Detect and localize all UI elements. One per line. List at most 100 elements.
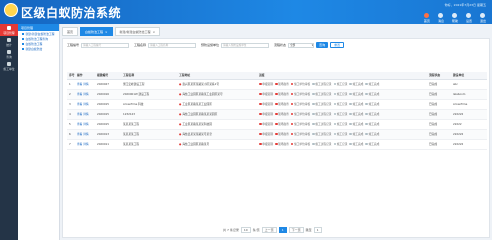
status-select[interactable]: 全部 ▾ — [288, 42, 315, 48]
progress-step: 申报受理 — [259, 132, 273, 136]
step-label: 竣工完成 — [352, 101, 364, 106]
progress-step: 竣工完成 — [349, 122, 363, 126]
progress-step: 竣工完成 — [349, 92, 363, 96]
cell-action[interactable]: 查看 详情 — [75, 99, 95, 110]
cell-action[interactable]: 查看 详情 — [75, 129, 95, 140]
col-header: 流程状态 — [427, 72, 451, 80]
col-header: 工程地址 — [177, 72, 257, 80]
reset-button[interactable]: 重置 — [330, 42, 345, 48]
next-page-button[interactable]: 下一页 — [288, 227, 304, 233]
leftbar-label: 项目管理 — [3, 30, 15, 35]
nav-help[interactable]: 帮助 — [452, 13, 458, 23]
col-header: 报建编号 — [95, 72, 121, 80]
submenu-item[interactable]: 新建白蚁防治 — [18, 46, 59, 51]
step-label: 竣工完成 — [368, 121, 380, 126]
tab-label: 白蚁防治工程 — [85, 29, 104, 34]
nav-label: 退出 — [479, 19, 486, 23]
leftbar-item-stats[interactable]: 统计 — [0, 36, 18, 48]
cell-code: 2020027 — [95, 79, 121, 90]
col-header: 序号 — [67, 72, 75, 80]
progress-step: 施工记录 — [333, 102, 347, 106]
cell-name-text: 某某某某工程 — [123, 142, 140, 146]
cell-action[interactable]: 查看 详情 — [75, 119, 95, 130]
cell-status: 已完成 — [427, 129, 451, 140]
cell-status: 已完成 — [427, 79, 451, 90]
step-label: 申报受理 — [262, 141, 273, 146]
cell-name-text: ArcaeTime 科技 — [123, 102, 144, 106]
prev-page-button[interactable]: 上一页 — [261, 227, 277, 233]
submenu-label: 新建白蚁防治 — [25, 46, 43, 51]
total-records: 共 7 条记录 — [223, 228, 239, 232]
cell-code-text: 2020013 — [97, 132, 109, 136]
leftbar-item-company[interactable]: 施工单位 — [0, 60, 18, 72]
bullet-icon — [22, 37, 24, 40]
project-no-input[interactable]: 请输入工程编号 — [81, 42, 130, 48]
company-input[interactable]: 请输入预防设施单位 — [221, 42, 270, 48]
progress-step: 现场勘查 — [274, 132, 289, 136]
progress-step: 竣工完成 — [365, 132, 379, 136]
step-label: 施工记录 — [336, 91, 348, 96]
nav-home[interactable]: 首页 — [424, 13, 430, 23]
per-page-select[interactable]: 10 — [240, 227, 251, 233]
progress-step: 施工过程记录 — [312, 81, 332, 86]
cell-action[interactable]: 查看 详情 — [75, 79, 95, 90]
cell-index: 5 — [67, 119, 75, 130]
cell-action-text[interactable]: 查看 详情 — [77, 132, 89, 136]
cell-action-text[interactable]: 查看 详情 — [77, 92, 89, 96]
logout-icon — [480, 13, 486, 18]
cell-code: 2020016 — [95, 89, 121, 100]
cell-status-text: 已完成 — [429, 92, 438, 96]
table-row: 1 查看 详情 2020027 浙江宏峰建设工程 ●嘉兴区某区某路某小区某栋1号 申报受理… — [67, 79, 487, 90]
cell-action[interactable]: 查看 详情 — [75, 139, 95, 150]
location-pin-icon: ● — [179, 82, 182, 86]
tab-home[interactable]: 首页 — [62, 27, 79, 36]
location-pin-icon: ● — [179, 122, 182, 126]
next-label: 下一页 — [291, 228, 301, 232]
cell-progress: 申报受理 现场勘查 施工单位审核 施工过程记录 施工记录 竣工完成 竣工完成 — [257, 109, 427, 120]
tab-termite-projects[interactable]: 白蚁防治工程 × — [80, 27, 113, 36]
cell-action[interactable]: 查看 详情 — [75, 109, 95, 120]
project-name-input[interactable]: 请输入工程名称 — [148, 42, 197, 48]
leftbar-item-query[interactable]: 查询 — [0, 48, 18, 60]
progress-step: 施工单位审核 — [290, 122, 310, 126]
cell-action[interactable]: 查看 详情 — [75, 89, 95, 100]
cell-index: 1 — [67, 79, 75, 90]
step-label: 施工过程记录 — [315, 81, 332, 86]
cell-action-text[interactable]: 查看 详情 — [77, 102, 89, 106]
location-pin-icon: ● — [179, 92, 182, 96]
cell-action-text[interactable]: 查看 详情 — [77, 142, 89, 146]
progress-step: 施工单位审核 — [290, 102, 310, 106]
nav-message[interactable]: 消息 — [438, 13, 444, 23]
step-label: 施工过程记录 — [315, 91, 332, 96]
leftbar-label: 查询 — [6, 54, 12, 59]
cell-status: 已完成 — [427, 99, 451, 110]
company-label: 预防设施单位 — [201, 43, 220, 47]
step-label: 施工过程记录 — [315, 141, 332, 146]
search-button[interactable]: 查询 — [316, 42, 329, 48]
location-pin-icon: ● — [179, 112, 182, 116]
leftbar-label: 统计 — [6, 42, 12, 47]
cell-address-text: 工业区某路某某某科技园 — [182, 122, 212, 126]
cell-status: 已完成 — [427, 119, 451, 130]
leftbar-item-project[interactable]: 项目管理 — [0, 24, 18, 36]
nav-logout[interactable]: 退出 — [480, 13, 486, 23]
cell-action-text[interactable]: 查看 详情 — [77, 112, 89, 116]
progress-step: 竣工完成 — [349, 132, 363, 136]
close-icon[interactable]: × — [153, 30, 156, 34]
tab-new-project[interactable]: 新建/新建白蚁防治工程 × — [114, 27, 161, 36]
goto-input[interactable]: 1 — [313, 227, 322, 233]
cell-action-text[interactable]: 查看 详情 — [77, 122, 89, 126]
step-label: 申报受理 — [262, 131, 273, 136]
progress-step: 竣工完成 — [365, 102, 379, 106]
cell-action-text[interactable]: 查看 详情 — [77, 82, 89, 86]
nav-settings[interactable]: 设置 — [466, 13, 472, 23]
step-label: 竣工完成 — [352, 81, 364, 86]
page-number[interactable]: 1 — [278, 227, 287, 233]
app-header: 区级白蚁防治系统 你好，2021年7月23日 星期五 首页 消息 帮助 设置 退… — [0, 0, 492, 24]
cell-address-text: 海盐县某某某路某号某室 — [182, 132, 212, 136]
step-label: 施工单位审核 — [294, 141, 311, 146]
close-icon[interactable]: × — [105, 30, 108, 34]
cell-status: 已完成 — [427, 139, 451, 150]
location-pin-icon: ● — [179, 142, 182, 146]
step-label: 施工单位审核 — [294, 81, 311, 86]
